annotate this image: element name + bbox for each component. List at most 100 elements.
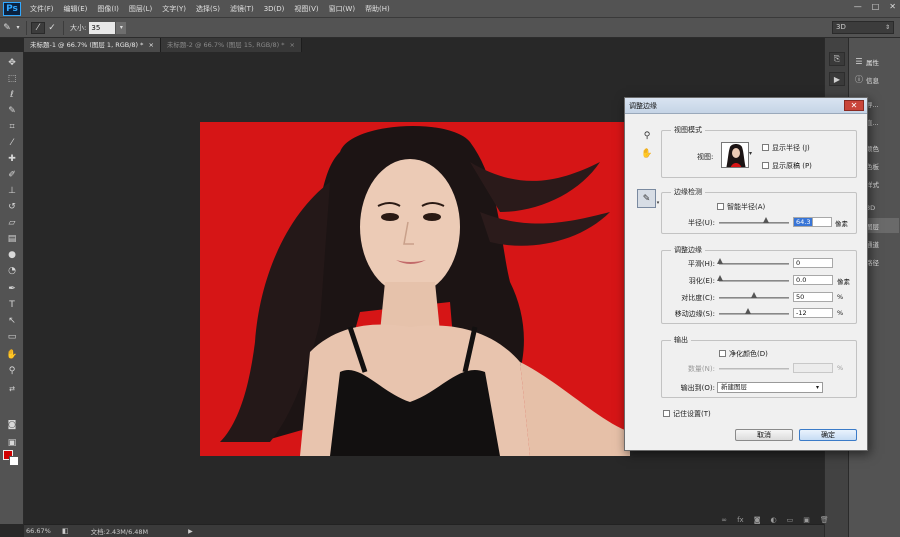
smooth-slider-thumb[interactable] (717, 258, 723, 264)
menu-filter[interactable]: 滤镜(T) (225, 0, 259, 18)
canvas-photo[interactable] (200, 122, 630, 456)
eyedropper-tool-icon[interactable]: ⁄ (3, 136, 21, 150)
menu-type[interactable]: 文字(Y) (157, 0, 191, 18)
quick-mask-icon[interactable]: ◙ (3, 418, 21, 432)
tab-close-icon[interactable]: × (290, 41, 295, 49)
gradient-tool-icon[interactable]: ▤ (3, 232, 21, 246)
feather-input[interactable]: 0.0 (793, 275, 833, 285)
tab-document-2[interactable]: 未标题-2 @ 66.7% (图层 15, RGB/8) * × (160, 38, 302, 52)
menu-image[interactable]: 图像(I) (92, 0, 124, 18)
tab-close-icon[interactable]: × (148, 41, 153, 49)
refine-edge-dialog: 调整边缘 ✕ ⚲ ✋ ✎ ▾ 视图模式 视图: ▾ 显示半径 (J) 显示原稿 … (624, 97, 868, 451)
amount-unit: % (837, 364, 844, 372)
panel-info[interactable]: ⓘ 信息 (851, 72, 899, 87)
dodge-tool-icon[interactable]: ◔ (3, 264, 21, 278)
actions-panel-icon[interactable]: ▶ (829, 72, 845, 86)
layer-style-icon[interactable]: fx (737, 516, 744, 524)
hand-tool-icon[interactable]: ✋ (3, 348, 21, 362)
shift-edge-slider-thumb[interactable] (745, 308, 751, 314)
radius-slider[interactable] (719, 222, 789, 224)
remember-settings-checkbox[interactable] (663, 410, 670, 417)
link-layers-icon[interactable]: ∞ (721, 516, 727, 524)
smart-radius-checkbox[interactable] (717, 203, 724, 210)
brush-tool-icon[interactable]: ✐ (3, 168, 21, 182)
ok-button[interactable]: 确定 (799, 429, 857, 441)
feather-slider[interactable] (719, 280, 789, 282)
smooth-slider[interactable] (719, 263, 789, 265)
menu-bar: Ps 文件(F) 编辑(E) 图像(I) 图层(L) 文字(Y) 选择(S) 滤… (0, 0, 900, 18)
menu-view[interactable]: 视图(V) (289, 0, 323, 18)
background-color-swatch[interactable] (9, 456, 19, 466)
close-icon[interactable]: ✕ (889, 2, 896, 11)
size-input[interactable]: 35 (89, 21, 116, 34)
menu-3d[interactable]: 3D(D) (259, 0, 290, 18)
menu-edit[interactable]: 编辑(E) (59, 0, 93, 18)
healing-brush-tool-icon[interactable]: ✚ (3, 152, 21, 166)
close-icon[interactable]: ✕ (844, 100, 864, 111)
dialog-title: 调整边缘 (629, 102, 657, 110)
status-menu-arrow-icon[interactable]: ▶ (188, 528, 193, 535)
output-to-select[interactable]: 新建图层 ▾ (717, 382, 823, 393)
eraser-tool-icon[interactable]: ▱ (3, 216, 21, 230)
new-layer-icon[interactable]: ▣ (803, 516, 810, 524)
add-mask-icon[interactable]: ◙ (754, 516, 761, 524)
menu-select[interactable]: 选择(S) (191, 0, 225, 18)
menu-layer[interactable]: 图层(L) (124, 0, 157, 18)
delete-layer-icon[interactable]: 🗑 (820, 516, 829, 524)
status-info-icon[interactable]: ◧ (62, 527, 69, 535)
hand-icon[interactable]: ✋ (639, 146, 655, 162)
refine-radius-brush-icon[interactable]: ✎ (637, 189, 656, 208)
contrast-input[interactable]: 50 (793, 292, 833, 302)
pen-tool-icon[interactable]: ✒ (3, 282, 21, 296)
radius-slider-thumb[interactable] (763, 217, 769, 223)
move-tool-icon[interactable]: ✥ (3, 56, 21, 70)
path-selection-tool-icon[interactable]: ↖ (3, 314, 21, 328)
workspace-select[interactable]: 3D ⇕ (832, 21, 894, 34)
new-group-icon[interactable]: ▭ (787, 516, 794, 524)
tab-document-1[interactable]: 未标题-1 @ 66.7% (图层 1, RGB/8) * × (24, 38, 161, 52)
type-tool-icon[interactable]: T (3, 298, 21, 312)
brush-mode-icon[interactable]: ⁄ (31, 21, 45, 34)
history-panel-icon[interactable]: ⎘ (829, 52, 845, 66)
quick-selection-tool-icon[interactable]: ✎ (3, 104, 21, 118)
clone-stamp-tool-icon[interactable]: ⊥ (3, 184, 21, 198)
chevron-down-icon[interactable]: ▾ (116, 21, 127, 34)
shift-edge-unit: % (837, 309, 844, 317)
show-original-checkbox[interactable] (762, 162, 769, 169)
screen-mode-icon[interactable]: ▣ (3, 436, 21, 450)
options-bar: ✎ ▾ ⁄ ✓ 大小: 35 ▾ 3D ⇕ (0, 18, 900, 38)
crop-tool-icon[interactable]: ⌗ (3, 120, 21, 134)
menu-file[interactable]: 文件(F) (25, 0, 59, 18)
lasso-tool-icon[interactable]: ℓ (3, 88, 21, 102)
menu-help[interactable]: 帮助(H) (360, 0, 395, 18)
history-brush-tool-icon[interactable]: ↺ (3, 200, 21, 214)
blur-tool-icon[interactable]: ● (3, 248, 21, 262)
panel-properties[interactable]: ☰ 属性 (851, 54, 899, 69)
zoom-icon[interactable]: ⚲ (639, 128, 655, 144)
layers-footer: ∞ fx ◙ ◐ ▭ ▣ 🗑 (700, 514, 850, 526)
view-mode-thumbnail[interactable] (721, 142, 749, 168)
swap-colors-icon[interactable]: ⇄ (3, 382, 21, 396)
shift-edge-slider[interactable] (719, 313, 789, 315)
erase-mode-icon[interactable]: ✓ (45, 22, 59, 34)
tool-preset-arrow-icon[interactable]: ▾ (14, 22, 22, 34)
shift-edge-input[interactable]: -12 (793, 308, 833, 318)
zoom-tool-icon[interactable]: ⚲ (3, 364, 21, 378)
cancel-button[interactable]: 取消 (735, 429, 793, 441)
decontaminate-checkbox[interactable] (719, 350, 726, 357)
minimize-icon[interactable]: — (854, 2, 862, 11)
zoom-level[interactable]: 66.67% (26, 527, 56, 535)
adjustment-layer-icon[interactable]: ◐ (771, 516, 777, 524)
smooth-input[interactable]: 0 (793, 258, 833, 268)
contrast-slider-thumb[interactable] (751, 292, 757, 298)
radius-input[interactable]: 64.3 (793, 217, 813, 227)
show-radius-checkbox[interactable] (762, 144, 769, 151)
feather-slider-thumb[interactable] (717, 275, 723, 281)
menu-window[interactable]: 窗口(W) (324, 0, 360, 18)
chevron-down-icon[interactable]: ▾ (749, 148, 755, 160)
maximize-icon[interactable]: □ (872, 2, 880, 11)
dialog-titlebar[interactable]: 调整边缘 ✕ (625, 98, 867, 114)
shape-tool-icon[interactable]: ▭ (3, 330, 21, 344)
marquee-tool-icon[interactable]: ⬚ (3, 72, 21, 86)
quick-selection-tool-icon[interactable]: ✎ (0, 22, 14, 34)
